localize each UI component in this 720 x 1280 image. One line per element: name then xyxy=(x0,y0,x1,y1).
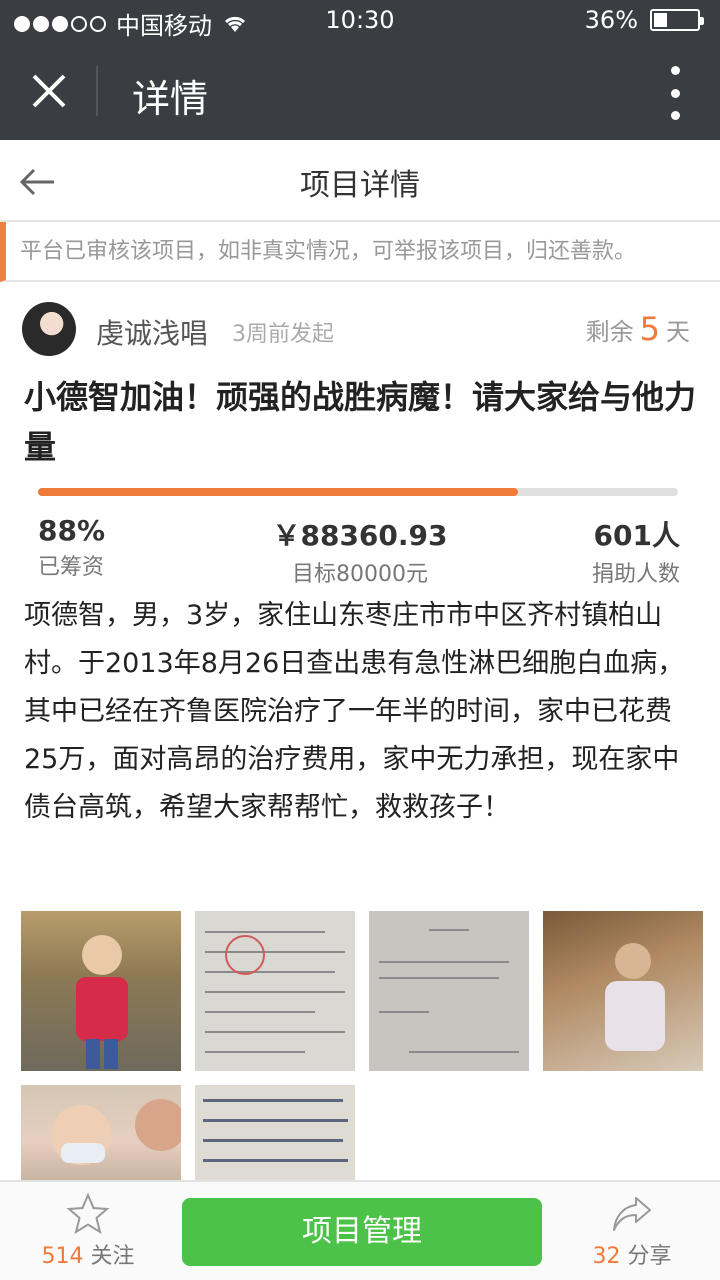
share-arrow-icon xyxy=(613,1197,651,1231)
share-count: 32 xyxy=(592,1244,621,1269)
funding-progress-bar xyxy=(38,488,678,496)
title-divider xyxy=(96,66,98,116)
author-row: 虔诚浅唱 3周前发起 剩余 5 天 xyxy=(0,300,720,360)
handwritten-letter-photo[interactable] xyxy=(195,1085,355,1180)
window-title: 详情 xyxy=(132,77,209,121)
share-label: 分享 xyxy=(627,1244,672,1269)
project-title: 小德智加油！顽强的战胜病魔！请大家给与他力量 xyxy=(24,378,697,466)
app-title-bar: 详情 xyxy=(0,44,720,140)
days-remaining-number: 5 xyxy=(639,310,660,348)
close-icon[interactable] xyxy=(24,66,74,116)
child-hospital-photo[interactable] xyxy=(543,911,703,1071)
page-title: 项目详情 xyxy=(300,168,420,203)
follow-count: 514 xyxy=(41,1244,84,1269)
star-icon xyxy=(66,1192,110,1235)
more-options-icon[interactable] xyxy=(660,66,690,120)
status-bar: 中国移动 10:30 36% xyxy=(0,0,720,44)
author-name[interactable]: 虔诚浅唱 xyxy=(96,312,208,352)
follow-button[interactable]: 514 关注 xyxy=(40,1192,136,1270)
project-manage-button[interactable]: 项目管理 xyxy=(182,1198,542,1266)
child-mother-photo[interactable] xyxy=(21,1085,181,1180)
battery-percent: 36% xyxy=(584,6,638,34)
certificate-photo[interactable] xyxy=(369,911,529,1071)
stat-donors: 601人 捐助人数 xyxy=(591,519,680,587)
child-photo[interactable] xyxy=(21,911,181,1071)
funding-stats: 88% 已筹资 ￥88360.93 目标80000元 601人 捐助人数 xyxy=(0,514,720,587)
posted-time: 3周前发起 xyxy=(232,322,334,347)
funding-progress-fill xyxy=(38,488,518,496)
bottom-action-bar: 514 关注 项目管理 32 分享 xyxy=(0,1180,720,1280)
follow-label: 关注 xyxy=(90,1244,135,1269)
page-header: 项目详情 xyxy=(0,140,720,222)
share-button[interactable]: 32 分享 xyxy=(584,1192,680,1270)
battery-icon xyxy=(650,9,704,31)
days-remaining: 剩余 5 天 xyxy=(585,310,690,348)
verification-notice[interactable]: 平台已审核该项目，如非真实情况，可举报该项目，归还善款。 xyxy=(0,222,720,282)
medical-record-photo[interactable] xyxy=(195,911,355,1071)
avatar[interactable] xyxy=(22,302,76,356)
project-description: 项德智，男，3岁，家住山东枣庄市市中区齐村镇柏山村。于2013年8月26日查出患… xyxy=(24,600,685,823)
